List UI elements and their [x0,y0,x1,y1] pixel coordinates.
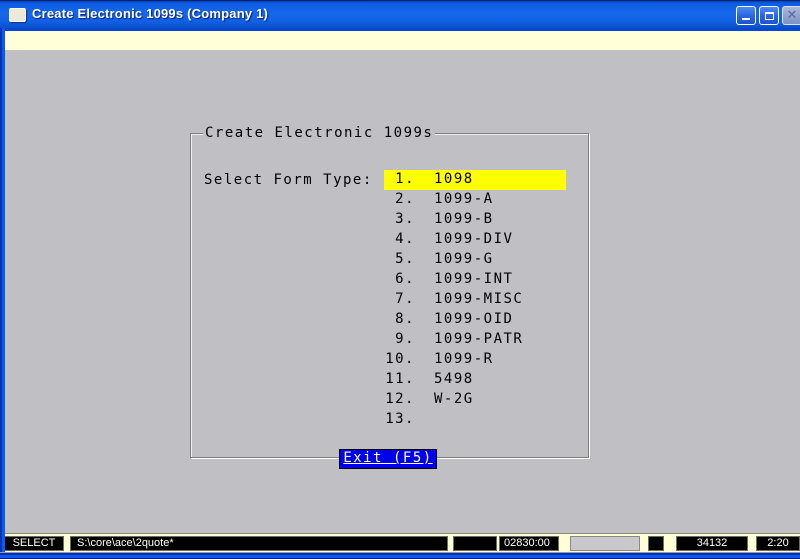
status-value: 34132 [676,536,748,551]
status-bar: SELECT S:\core\ace\2quote* 02830:00 3413… [0,533,800,552]
minimize-button[interactable] [736,6,756,25]
menubar [5,31,800,50]
app-window: Create Electronic 1099s (Company 1) ✕ Cr… [0,0,800,559]
item-label: 1099-PATR [434,330,523,349]
item-number: 2. [384,190,415,209]
status-path: S:\core\ace\2quote* [70,536,448,551]
form-type-item[interactable]: 2. 1099-A [384,190,566,210]
maximize-icon [765,12,774,20]
content-area: Create Electronic 1099s Select Form Type… [5,50,800,534]
dialog-title: Create Electronic 1099s [203,125,435,141]
exit-button[interactable]: Exit (F5) [339,449,437,469]
window-left-border [0,28,5,559]
form-type-item[interactable]: 10. 1099-R [384,350,566,370]
item-label: 1099-DIV [434,230,513,249]
item-label: 1099-R [434,350,494,369]
titlebar: Create Electronic 1099s (Company 1) ✕ [0,0,800,28]
window-bottom-border [0,552,800,559]
form-type-item[interactable]: 1. 1098 [384,170,566,190]
form-type-item[interactable]: 5. 1099-G [384,250,566,270]
item-label: 1099-OID [434,310,513,329]
form-type-dialog: Create Electronic 1099s Select Form Type… [190,133,589,458]
form-type-item[interactable]: 3. 1099-B [384,210,566,230]
status-mode: SELECT [4,536,64,551]
window-title: Create Electronic 1099s (Company 1) [32,6,268,21]
form-type-item[interactable]: 8. 1099-OID [384,310,566,330]
close-icon: ✕ [783,8,800,24]
item-number: 11. [384,370,415,389]
item-label: 5498 [434,370,474,389]
form-type-item[interactable]: 12. W-2G [384,390,566,410]
item-number: 12. [384,390,415,409]
close-button[interactable]: ✕ [782,6,800,25]
form-type-list: 1. 1098 2. 1099-A 3. 1099-B 4. 1099-DIV 5. 1099-G… [384,170,566,430]
form-type-item[interactable]: 4. 1099-DIV [384,230,566,250]
status-empty-segment [453,536,497,551]
form-type-item[interactable]: 11. 5498 [384,370,566,390]
status-counter: 02830:00 [499,536,559,551]
item-number: 13. [384,410,415,429]
item-number: 10. [384,350,415,369]
maximize-button[interactable] [759,6,779,25]
status-progress [570,536,640,551]
item-label: 1099-G [434,250,494,269]
item-number: 5. [384,250,415,269]
status-time: 2:20 [756,536,800,551]
item-number: 1. [384,170,415,189]
minimize-icon [742,18,750,20]
form-type-item[interactable]: 6. 1099-INT [384,270,566,290]
item-label: 1099-INT [434,270,513,289]
status-empty-segment [648,536,664,551]
item-number: 7. [384,290,415,309]
form-type-item[interactable]: 13. [384,410,566,430]
item-label: 1098 [434,170,474,189]
app-icon [9,8,26,22]
item-number: 8. [384,310,415,329]
item-number: 3. [384,210,415,229]
item-number: 9. [384,330,415,349]
item-number: 4. [384,230,415,249]
item-label: W-2G [434,390,474,409]
form-type-item[interactable]: 9. 1099-PATR [384,330,566,350]
item-number: 6. [384,270,415,289]
form-type-prompt: Select Form Type: [204,172,373,188]
item-label: 1099-A [434,190,494,209]
item-label: 1099-B [434,210,494,229]
form-type-item[interactable]: 7. 1099-MISC [384,290,566,310]
item-label: 1099-MISC [434,290,523,309]
